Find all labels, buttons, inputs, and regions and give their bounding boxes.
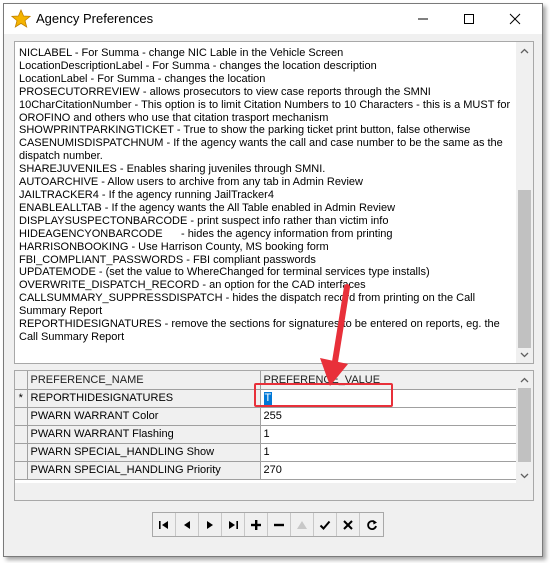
close-icon: [509, 13, 521, 25]
prior-record-button[interactable]: [176, 513, 199, 536]
memo-line: LocationLabel - For Summa - changes the …: [19, 72, 266, 85]
memo-line: 10CharCitationNumber - This option is to…: [19, 98, 511, 124]
maximize-icon: [464, 14, 474, 24]
memo-line: SHOWPRINTPARKINGTICKET - True to show th…: [19, 124, 471, 137]
scroll-up-button[interactable]: [516, 42, 533, 59]
checkmark-icon: [319, 520, 331, 530]
chevron-up-icon: [520, 377, 529, 382]
db-navigator: [152, 512, 384, 537]
row-indicator: [15, 425, 28, 444]
row-indicator: [15, 407, 28, 426]
refresh-data-button[interactable]: [360, 513, 383, 536]
agency-preferences-window: Agency Preferences NICLABEL - For Summa …: [3, 3, 543, 557]
title-bar: Agency Preferences: [4, 4, 542, 34]
table-row[interactable]: PWARN WARRANT Flashing 1: [15, 425, 518, 444]
memo-vertical-scrollbar[interactable]: [516, 42, 533, 363]
preference-name-cell[interactable]: REPORTHIDESIGNATURES: [27, 389, 261, 408]
row-indicator: [15, 461, 28, 480]
preference-name-cell[interactable]: PWARN SPECIAL_HANDLING Priority: [27, 461, 261, 480]
memo-line: CALLSUMMARY_SUPPRESSDISPATCH - hides the…: [19, 292, 476, 318]
next-record-icon: [207, 520, 213, 529]
chevron-down-icon: [520, 473, 529, 478]
refresh-icon: [366, 519, 377, 530]
post-edit-button[interactable]: [314, 513, 337, 536]
window-title: Agency Preferences: [36, 11, 154, 26]
preference-value-cell[interactable]: 255: [260, 407, 518, 426]
last-record-icon: [229, 520, 238, 529]
cancel-edit-button[interactable]: [337, 513, 360, 536]
column-header-preference-name[interactable]: PREFERENCE_NAME: [27, 371, 261, 390]
insert-record-button[interactable]: [245, 513, 268, 536]
delete-record-button[interactable]: [268, 513, 291, 536]
preference-value-cell[interactable]: 1: [260, 425, 518, 444]
scroll-thumb[interactable]: [518, 388, 531, 462]
memo-line: HARRISONBOOKING - Use Harrison County, M…: [19, 240, 329, 253]
preference-name-cell[interactable]: PWARN WARRANT Color: [27, 407, 261, 426]
edit-record-button[interactable]: [291, 513, 314, 536]
table-row[interactable]: PWARN WARRANT Color 255: [15, 407, 518, 426]
preference-value-cell[interactable]: 1: [260, 443, 518, 462]
memo-line: LocationDescriptionLabel - For Summa - c…: [19, 59, 377, 72]
preferences-description-memo[interactable]: NICLABEL - For Summa - change NIC Lable …: [14, 41, 534, 364]
preference-name-cell[interactable]: PWARN WARRANT Flashing: [27, 425, 261, 444]
edit-triangle-icon: [297, 520, 307, 529]
memo-line: NICLABEL - For Summa - change NIC Lable …: [19, 47, 344, 59]
memo-line: SHAREJUVENILES - Enables sharing juvenil…: [19, 163, 326, 176]
plus-icon: [251, 519, 261, 530]
scroll-down-button[interactable]: [516, 467, 533, 484]
preference-name-cell[interactable]: PWARN SPECIAL_HANDLING Show: [27, 443, 261, 462]
close-button[interactable]: [492, 4, 538, 34]
star-icon: [11, 9, 31, 28]
chevron-down-icon: [520, 352, 529, 357]
memo-line: OVERWRITE_DISPATCH_RECORD - an option fo…: [19, 279, 366, 292]
scroll-thumb[interactable]: [518, 190, 531, 348]
minimize-button[interactable]: [400, 4, 446, 34]
memo-line: FBI_COMPLIANT_PASSWORDS - FBI compliant …: [19, 253, 316, 266]
memo-text: NICLABEL - For Summa - change NIC Lable …: [19, 47, 515, 344]
last-record-button[interactable]: [222, 513, 245, 536]
first-record-button[interactable]: [153, 513, 176, 536]
maximize-button[interactable]: [446, 4, 492, 34]
memo-line: ENABLEALLTAB - If the agency wants the A…: [19, 201, 396, 214]
memo-line: DISPLAYSUSPECTONBARCODE - print suspect …: [19, 214, 389, 227]
first-record-icon: [159, 520, 168, 529]
scroll-up-button[interactable]: [516, 371, 533, 388]
table-row[interactable]: PWARN SPECIAL_HANDLING Priority 270: [15, 461, 518, 480]
table-row[interactable]: PWARN SPECIAL_HANDLING Show 1: [15, 443, 518, 462]
row-indicator-header: [15, 371, 28, 390]
memo-line: AUTOARCHIVE - Allow users to archive fro…: [19, 176, 363, 189]
memo-line: UPDATEMODE - (set the value to WhereChan…: [19, 266, 430, 279]
x-icon: [343, 519, 353, 530]
memo-line: PROSECUTORREVIEW - allows prosecutors to…: [19, 85, 431, 98]
annotation-arrow-icon: [320, 284, 350, 386]
next-record-button[interactable]: [199, 513, 222, 536]
current-row-indicator: *: [15, 389, 28, 408]
memo-line: REPORTHIDESIGNATURES - remove the sectio…: [19, 318, 500, 343]
minus-icon: [274, 523, 284, 526]
grid-horizontal-scrollbar[interactable]: [15, 483, 533, 500]
row-indicator: [15, 443, 28, 462]
memo-line: HIDEAGENCYONBARCODE - hides the agency i…: [19, 227, 393, 240]
scroll-down-button[interactable]: [516, 346, 533, 363]
preference-value-cell[interactable]: 270: [260, 461, 518, 480]
prior-record-icon: [184, 520, 190, 529]
grid-vertical-scrollbar[interactable]: [516, 371, 533, 484]
memo-line: CASENUMISDISPATCHNUM - If the agency wan…: [19, 137, 503, 163]
chevron-up-icon: [520, 48, 529, 53]
memo-line: JAILTRACKER4 - If the agency running Jai…: [19, 188, 274, 201]
minimize-icon: [418, 18, 428, 20]
